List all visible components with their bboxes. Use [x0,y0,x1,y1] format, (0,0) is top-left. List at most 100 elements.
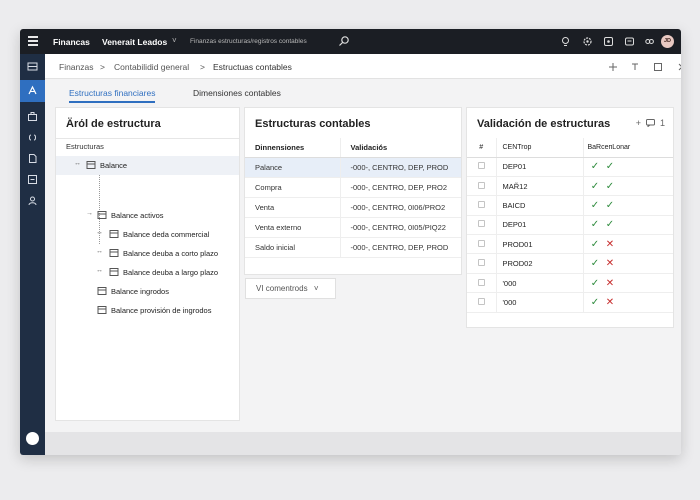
breadcrumb-item-finanzas[interactable]: Finanzas [59,62,94,72]
expand-icon[interactable]: ↔ [74,160,81,167]
row-checkbox[interactable] [477,239,485,247]
app-name[interactable]: Financas [53,37,90,47]
column-header[interactable]: # [467,138,497,158]
document-icon[interactable] [27,153,38,164]
tree-node-label: Balance deuba a corto plazo [123,249,219,258]
view-comments-button[interactable]: VI comentrods ˅ [245,278,336,299]
table-row[interactable]: Venta externo -000-, CENTRO, 0I05/PIQ22 [245,217,461,238]
expand-icon[interactable]: → [86,210,93,217]
tree-node[interactable]: Balance ingrodos [56,282,239,301]
table-row[interactable]: DEP01 ✓ ✓ [467,157,673,177]
chevron-down-icon: ˅ [313,284,319,293]
table-cell: -000-, CENTRO, 0I05/PIQ22 [340,217,461,238]
add-icon[interactable]: + [636,118,641,128]
check-icon: ✓ [590,219,600,231]
workspace-icon [28,85,37,95]
table-cell: Compra [245,177,341,198]
breadcrumb-item-current: Estructuas contables [213,62,292,72]
table-row[interactable]: BAICD ✓ ✓ [467,195,673,216]
rail-item-workspaces[interactable] [20,80,45,102]
tab-bar: Estructuras financiares Dimensiones cont… [45,79,681,107]
tree-node[interactable]: ↔ Balance deuba a corto plazo [56,244,239,263]
row-checkbox[interactable] [477,259,485,267]
structure-icon [97,306,107,314]
chevron-down-icon[interactable]: ˅ [172,36,177,45]
table-header: # CENTrор BaRceпLonar [467,138,673,158]
filter-icon[interactable] [630,62,640,72]
tab-dimensiones-contables[interactable]: Dimensiones contables [193,88,281,98]
check-icon: ✓ [590,180,600,192]
user-icon[interactable] [27,195,38,206]
table-row[interactable]: Compra -000-, CENTRO, DEP, PRO2 [245,177,461,198]
table-cell: PROD02 [496,253,584,274]
tree-node-balance[interactable]: ↔ Balance [56,156,239,175]
row-checkbox[interactable] [477,297,485,305]
add-icon[interactable] [608,62,618,72]
validation-actions: + 1 [636,118,665,128]
column-header[interactable]: Validació́s [340,138,461,158]
table-row[interactable]: Saldo inicial -000-, CENTRO, DEP, PROD [245,237,461,258]
row-checkbox[interactable] [477,278,485,286]
link-icon[interactable] [27,132,38,143]
table-row[interactable]: DEP01 ✓ ✓ [467,215,673,236]
structure-icon [97,211,107,219]
row-checkbox[interactable] [477,220,485,228]
tree-node[interactable]: Balance provisión de ingrodos [56,301,239,320]
structures-panel: Estructuras contables Dinnensiones Valid… [245,108,461,274]
avatar[interactable]: JD [661,35,674,48]
view-comments-label: VI comentrods [256,284,308,293]
help-icon[interactable] [603,36,614,47]
expand-icon[interactable]: ↔ [96,229,103,236]
column-header[interactable]: BaRceпLonar [583,138,673,158]
cross-icon: ✕ [605,258,615,270]
close-icon[interactable] [677,62,681,72]
table-row[interactable]: Palance -000-, CENTRO, DEP, PROD [245,157,461,178]
comment-icon[interactable] [646,119,656,128]
tab-estructuras-financieras[interactable]: Estructuras financiares [69,88,156,103]
home-icon[interactable] [26,432,39,445]
table-row[interactable]: '000 ✓ ✕ [467,292,673,313]
tree-node-label: Balance ingrodos [111,287,169,296]
table-row[interactable]: PROD02 ✓ ✕ [467,253,673,274]
table-row[interactable]: PROD01 ✓ ✕ [467,234,673,255]
maximize-icon[interactable] [653,62,663,72]
table-cell: Venta [245,197,341,218]
people-icon[interactable] [644,36,655,47]
column-header[interactable]: CENTrор [496,138,584,158]
search-icon[interactable] [338,35,350,47]
row-checkbox[interactable] [477,181,485,189]
tree-node[interactable]: ↔ Balance deda commercial [56,225,239,244]
report-icon[interactable] [27,174,38,185]
row-checkbox[interactable] [477,162,485,170]
check-icon: ✓ [605,180,615,192]
check-icon: ✓ [590,238,600,250]
app-launcher-icon[interactable] [28,36,38,46]
table-cell: -000-, CENTRO, 0I06/PRO2 [340,197,461,218]
tree-node[interactable]: ↔ Balance deuba a largo plazo [56,263,239,282]
settings-icon[interactable] [582,36,593,47]
table-row[interactable]: '000 ✓ ✕ [467,273,673,294]
expand-icon[interactable]: ↔ [96,267,103,274]
validation-panel-title: Validación de estructuras [477,118,611,130]
tab-underline [69,101,156,103]
expand-icon[interactable]: ↔ [96,248,103,255]
tree-node-label: Balance provisión de ingrodos [111,306,212,315]
environment-name[interactable]: Venerait Leados [102,37,167,47]
table-cell: -000-, CENTRO, DEP, PROD [340,237,461,258]
tree-node[interactable]: → Balance activos [56,206,239,225]
check-icon: ✓ [605,199,615,211]
structure-icon [109,268,119,276]
notifications-icon[interactable] [624,36,635,47]
lightbulb-icon[interactable] [560,36,571,47]
table-row[interactable]: MAR᷉12 ✓ ✓ [467,176,673,197]
row-checkbox[interactable] [477,200,485,208]
cross-icon: ✕ [605,277,615,289]
briefcase-icon[interactable] [27,111,38,122]
structures-table: Dinnensiones Validació́s Palance -000-, … [245,138,461,258]
column-header[interactable]: Dinnensiones [245,138,341,158]
menu-icon[interactable] [27,61,38,72]
breadcrumb-item-contabilidad[interactable]: Contabilidid general [114,62,189,72]
cross-icon: ✕ [605,296,615,308]
divider [56,138,239,139]
table-row[interactable]: Venta -000-, CENTRO, 0I06/PRO2 [245,197,461,218]
